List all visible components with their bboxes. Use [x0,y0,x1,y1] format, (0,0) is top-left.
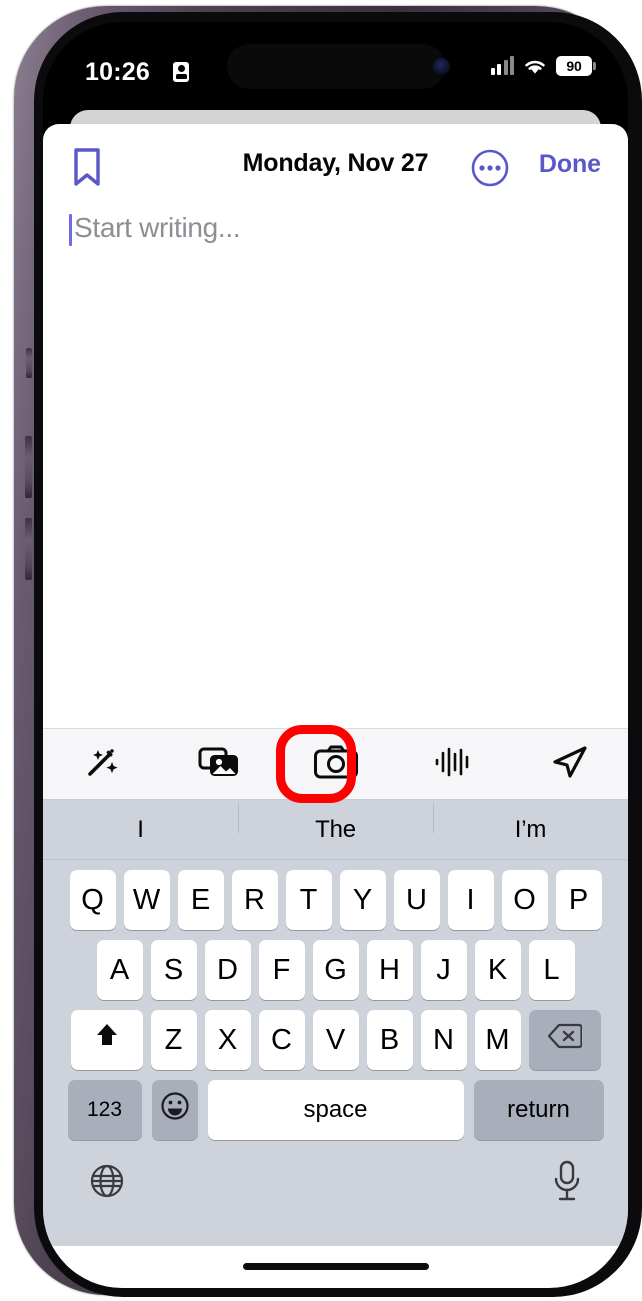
note-sheet: Monday, Nov 27 Done Start writing... I T… [43,124,628,1288]
key-n[interactable]: N [420,1010,467,1070]
backspace-icon [547,1023,583,1057]
magic-wand-icon [82,742,122,787]
note-header: Monday, Nov 27 Done [43,124,628,200]
shift-key[interactable] [70,1010,143,1070]
phone-frame: 10:26 90 Monday, Nov 27 Done Start writi… [14,6,642,1297]
wifi-icon [525,60,545,74]
note-text-area[interactable]: Start writing... [43,200,628,728]
battery-indicator: 90 [556,56,596,76]
key-c[interactable]: C [258,1010,305,1070]
key-f[interactable]: F [258,940,305,1000]
key-k[interactable]: K [474,940,521,1000]
cellular-signal-icon [490,56,514,75]
key-w[interactable]: W [123,870,170,930]
dynamic-island[interactable] [226,44,445,89]
key-l[interactable]: L [528,940,575,1000]
text-caret [69,214,72,246]
front-camera-icon [432,58,450,75]
location-button[interactable] [531,734,609,794]
key-e[interactable]: E [177,870,224,930]
keyboard-row-1: Q W E R T Y U I O P [43,870,628,930]
status-time: 10:26 [85,58,150,86]
return-key[interactable]: return [473,1080,604,1140]
key-b[interactable]: B [366,1010,413,1070]
space-key[interactable]: space [207,1080,464,1140]
attachment-toolbar [43,725,628,803]
done-button[interactable]: Done [539,150,601,179]
silent-switch[interactable] [26,348,32,378]
camera-icon [313,743,359,786]
screenshot-root: 10:26 90 Monday, Nov 27 Done Start writi… [0,0,642,1301]
status-indicators: 90 [490,56,596,76]
volume-down-button[interactable] [25,518,32,580]
suggestion-bar: I The I’m [43,800,628,860]
key-h[interactable]: H [366,940,413,1000]
backspace-key[interactable] [528,1010,601,1070]
key-z[interactable]: Z [150,1010,197,1070]
key-s[interactable]: S [150,940,197,1000]
emoji-icon [160,1091,190,1129]
numbers-key[interactable]: 123 [67,1080,142,1140]
keyboard-row-4: 123 space return [43,1080,628,1140]
keyboard-row-3: Z X C V B N M [43,1010,628,1070]
keyboard-bottom-padding [43,1218,628,1244]
key-x[interactable]: X [204,1010,251,1070]
audio-button[interactable] [414,734,492,794]
battery-level: 90 [566,58,582,74]
emoji-key[interactable] [151,1080,198,1140]
id-card-icon [173,62,189,82]
key-q[interactable]: Q [69,870,116,930]
audio-waveform-icon [433,744,473,785]
ellipsis-circle-icon[interactable] [470,148,510,193]
key-u[interactable]: U [393,870,440,930]
key-o[interactable]: O [501,870,548,930]
key-t[interactable]: T [285,870,332,930]
key-d[interactable]: D [204,940,251,1000]
suggestion-item[interactable]: I’m [433,802,628,844]
suggestion-item[interactable]: The [238,802,433,844]
key-y[interactable]: Y [339,870,386,930]
photos-icon [197,743,241,786]
keyboard-bottom-row [43,1148,628,1218]
volume-up-button[interactable] [25,436,32,498]
key-m[interactable]: M [474,1010,521,1070]
key-v[interactable]: V [312,1010,359,1070]
location-arrow-icon [549,742,591,787]
key-p[interactable]: P [555,870,602,930]
key-g[interactable]: G [312,940,359,1000]
key-r[interactable]: R [231,870,278,930]
status-bar: 10:26 90 [43,22,628,110]
shift-icon [92,1021,122,1059]
home-indicator[interactable] [242,1263,429,1270]
microphone-icon[interactable] [550,1159,584,1208]
photos-button[interactable] [180,734,258,794]
globe-icon[interactable] [87,1161,127,1206]
note-placeholder: Start writing... [74,212,241,243]
keyboard-row-2: A S D F G H J K L [43,940,628,1000]
on-screen-keyboard: I The I’m Q W E R T Y U I O P A S D F G … [43,800,628,1246]
phone-screen: 10:26 90 Monday, Nov 27 Done Start writi… [43,22,628,1288]
magic-wand-button[interactable] [63,734,141,794]
key-i[interactable]: I [447,870,494,930]
suggestion-item[interactable]: I [43,816,238,844]
camera-button[interactable] [297,734,375,794]
key-a[interactable]: A [96,940,143,1000]
key-j[interactable]: J [420,940,467,1000]
